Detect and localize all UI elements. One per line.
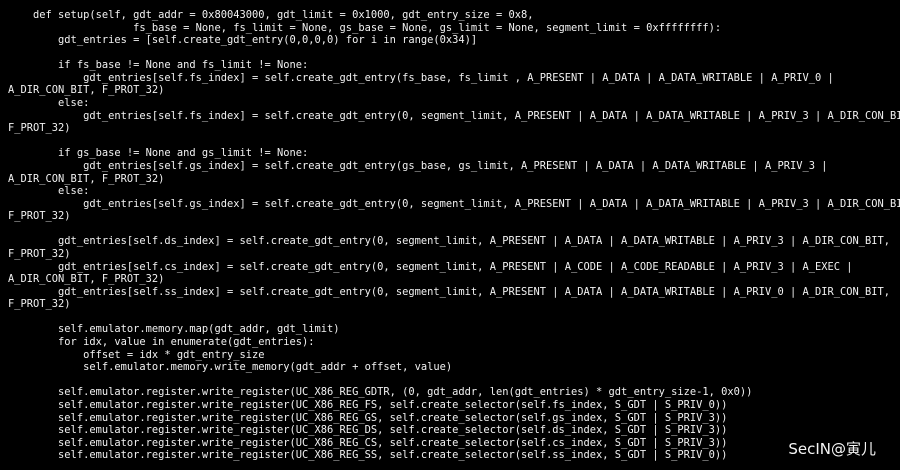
- code-line: F_PROT_32): [8, 122, 71, 135]
- code-line: F_PROT_32): [8, 210, 71, 223]
- code-line: if gs_base != None and gs_limit != None:: [8, 147, 309, 160]
- code-line: gdt_entries[self.fs_index] = self.create…: [8, 109, 900, 122]
- code-view: def setup(self, gdt_addr = 0x80043000, g…: [0, 0, 900, 470]
- code-line: self.emulator.register.write_register(UC…: [8, 449, 728, 462]
- code-line: gdt_entries[self.cs_index] = self.create…: [8, 260, 853, 273]
- code-line: offset = idx * gdt_entry_size: [8, 348, 265, 361]
- code-line: F_PROT_32): [8, 247, 71, 260]
- code-line: self.emulator.register.write_register(UC…: [8, 386, 753, 399]
- code-line: gdt_entries[self.ss_index] = self.create…: [8, 285, 891, 298]
- code-line: gdt_entries[self.ds_index] = self.create…: [8, 235, 891, 248]
- code-line: self.emulator.register.write_register(UC…: [8, 411, 728, 424]
- code-line: self.emulator.register.write_register(UC…: [8, 398, 728, 411]
- code-line: self.emulator.register.write_register(UC…: [8, 436, 728, 449]
- code-line: A_DIR_CON_BIT, F_PROT_32): [8, 273, 165, 286]
- code-line: A_DIR_CON_BIT, F_PROT_32): [8, 172, 165, 185]
- code-line: else:: [8, 185, 90, 198]
- code-line: self.emulator.memory.map(gdt_addr, gdt_l…: [8, 323, 340, 336]
- code-line: fs_base = None, fs_limit = None, gs_base…: [8, 21, 722, 34]
- code-line: A_DIR_CON_BIT, F_PROT_32): [8, 84, 165, 97]
- watermark: SecIN@寅儿: [788, 440, 876, 458]
- code-line: gdt_entries[self.gs_index] = self.create…: [8, 197, 900, 210]
- code-line: if fs_base != None and fs_limit != None:: [8, 59, 309, 72]
- code-line: def setup(self, gdt_addr = 0x80043000, g…: [8, 9, 534, 21]
- code-line: gdt_entries[self.gs_index] = self.create…: [8, 159, 828, 172]
- code-line: gdt_entries[self.fs_index] = self.create…: [8, 71, 834, 84]
- code-line: for idx, value in enumerate(gdt_entries)…: [8, 336, 315, 349]
- code-line: self.emulator.memory.write_memory(gdt_ad…: [8, 361, 453, 374]
- code-line: gdt_entries = [self.create_gdt_entry(0,0…: [8, 34, 478, 47]
- code-line: self.emulator.register.write_register(UC…: [8, 424, 728, 437]
- code-line: F_PROT_32): [8, 298, 71, 311]
- code-block: def setup(self, gdt_addr = 0x80043000, g…: [8, 9, 900, 462]
- code-line: else:: [8, 97, 90, 110]
